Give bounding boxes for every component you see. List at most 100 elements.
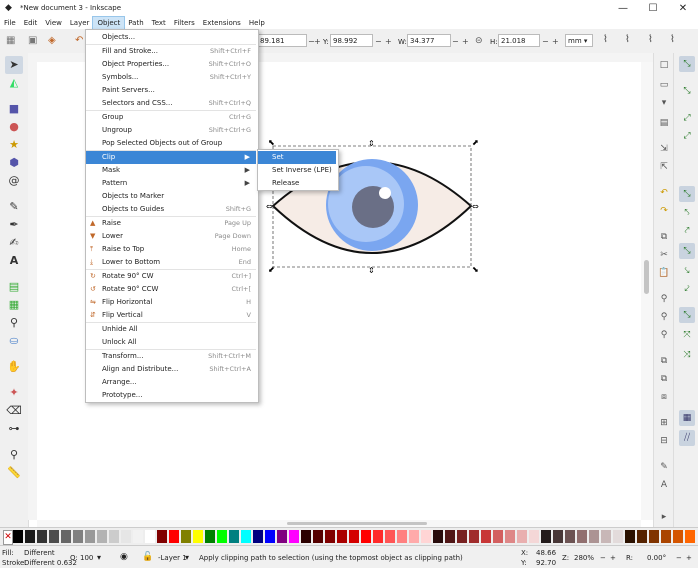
menu-filters[interactable]: Filters xyxy=(170,17,199,29)
h-increment-button[interactable]: + xyxy=(552,37,559,46)
menu-item-symbols[interactable]: Symbols... Shift+Ctrl+Y xyxy=(86,71,256,84)
menu-item-flip-vertical[interactable]: ⇵ Flip Vertical V xyxy=(86,309,256,322)
opacity-spin-icon[interactable]: ▾ xyxy=(97,553,101,562)
selector-tool-icon[interactable]: ➤ xyxy=(5,56,23,74)
menu-item-objects-to-marker[interactable]: Objects to Marker xyxy=(86,190,256,203)
h-field[interactable]: 21.018 xyxy=(498,34,540,47)
palette-swatch[interactable] xyxy=(577,530,587,543)
palette-swatch[interactable] xyxy=(49,530,59,543)
palette-swatch[interactable] xyxy=(181,530,191,543)
layer-visibility-icon[interactable]: ◉ xyxy=(120,552,128,562)
y-increment-button[interactable]: + xyxy=(385,37,392,46)
stroke-value[interactable]: Different 0.632 xyxy=(24,559,77,567)
palette-swatch[interactable] xyxy=(397,530,407,543)
handle-sw-icon[interactable]: ⬋ xyxy=(268,265,275,274)
h-decrement-button[interactable]: − xyxy=(542,37,549,46)
handle-n-icon[interactable]: ⇕ xyxy=(368,139,375,148)
palette-swatch[interactable] xyxy=(169,530,179,543)
move-gradients-icon[interactable]: ⌇ xyxy=(648,34,653,45)
mesh-tool-icon[interactable]: ▦ xyxy=(5,296,23,314)
fill-value[interactable]: Different xyxy=(24,549,55,557)
snap-bbox-edge-icon[interactable]: ⤢ xyxy=(679,110,695,126)
snap-bbox-icon[interactable]: ⤡ xyxy=(679,83,695,99)
palette-swatch[interactable] xyxy=(121,530,131,543)
rotate-value[interactable]: 0.00° xyxy=(647,554,666,562)
select-in-all-layers-icon[interactable]: ▣ xyxy=(28,35,37,46)
group-icon[interactable]: ⊞ xyxy=(658,417,670,429)
scale-stroke-icon[interactable]: ⌇ xyxy=(603,34,608,45)
menu-view[interactable]: View xyxy=(41,17,66,29)
eye-highlight[interactable] xyxy=(379,187,391,199)
move-patterns-icon[interactable]: ⌇ xyxy=(670,34,675,45)
paste-icon[interactable]: 📋 xyxy=(658,267,670,279)
gradient-tool-icon[interactable]: ▤ xyxy=(5,278,23,296)
palette-swatch[interactable] xyxy=(625,530,635,543)
palette-swatch[interactable] xyxy=(409,530,419,543)
handle-e-icon[interactable]: ⇔ xyxy=(472,202,479,211)
vertical-scrollbar[interactable] xyxy=(641,62,653,520)
menu-help[interactable]: Help xyxy=(245,17,269,29)
palette-swatch[interactable] xyxy=(145,530,155,543)
palette-swatch[interactable] xyxy=(601,530,611,543)
submenu-item-release[interactable]: Release xyxy=(258,177,336,190)
import-icon[interactable]: ⇲ xyxy=(658,143,670,155)
spiral-tool-icon[interactable]: @ xyxy=(5,172,23,190)
menu-edit[interactable]: Edit xyxy=(20,17,42,29)
y-field[interactable]: 98.992 xyxy=(330,34,373,47)
palette-swatch[interactable] xyxy=(313,530,323,543)
palette-swatch[interactable] xyxy=(433,530,443,543)
palette-swatch[interactable] xyxy=(157,530,167,543)
horizontal-scrollbar[interactable] xyxy=(37,520,641,527)
close-button[interactable]: ✕ xyxy=(668,0,698,17)
menu-item-selectors-css[interactable]: Selectors and CSS... Shift+Ctrl+Q xyxy=(86,97,256,110)
star-tool-icon[interactable]: ★ xyxy=(5,136,23,154)
palette-swatch[interactable] xyxy=(133,530,143,543)
palette-swatch[interactable] xyxy=(421,530,431,543)
palette-swatch[interactable] xyxy=(673,530,683,543)
palette-swatch[interactable] xyxy=(37,530,47,543)
snap-cusp-nodes-icon[interactable]: ⤡ xyxy=(679,243,695,259)
cut-icon[interactable]: ✂ xyxy=(658,249,670,261)
maximize-button[interactable]: ☐ xyxy=(638,0,668,17)
palette-swatch[interactable] xyxy=(481,530,491,543)
menu-item-paint-servers[interactable]: Paint Servers... xyxy=(86,84,256,97)
menu-item-raise[interactable]: ▲ Raise Page Up xyxy=(86,217,256,230)
no-paint-swatch[interactable]: ✕ xyxy=(3,530,13,545)
palette-swatch[interactable] xyxy=(97,530,107,543)
unit-select[interactable]: mm ▾ xyxy=(565,34,593,47)
palette-swatch[interactable] xyxy=(637,530,647,543)
menu-item-lower-to-bottom[interactable]: ⤓ Lower to Bottom End xyxy=(86,256,256,269)
rectangle-tool-icon[interactable]: ■ xyxy=(5,100,23,118)
minimize-button[interactable]: — xyxy=(608,0,638,17)
zoom-page-icon[interactable]: ⚲ xyxy=(658,329,670,341)
menu-file[interactable]: File xyxy=(0,17,20,29)
pen-tool-icon[interactable]: ✒ xyxy=(5,216,23,234)
palette-swatch[interactable] xyxy=(277,530,287,543)
palette-swatch[interactable] xyxy=(649,530,659,543)
menu-item-fill-and-stroke[interactable]: Fill and Stroke... Shift+Ctrl+F xyxy=(86,45,256,58)
measure-tool-icon[interactable]: 📏 xyxy=(5,464,23,482)
clone-icon[interactable]: ⧉ xyxy=(658,373,670,385)
palette-swatch[interactable] xyxy=(349,530,359,543)
export-icon[interactable]: ⇱ xyxy=(658,161,670,173)
menu-item-pattern[interactable]: Pattern ▶ xyxy=(86,177,256,190)
menu-item-lower[interactable]: ▼ Lower Page Down xyxy=(86,230,256,243)
menu-item-unlock-all[interactable]: Unlock All xyxy=(86,336,256,349)
snap-rotation-center-icon[interactable]: ⤧ xyxy=(679,327,695,343)
snap-midpoints-icon[interactable]: ⤦ xyxy=(679,281,695,297)
w-increment-button[interactable]: + xyxy=(462,37,469,46)
y-decrement-button[interactable]: − xyxy=(375,37,382,46)
palette-swatch[interactable] xyxy=(61,530,71,543)
menu-item-raise-to-top[interactable]: ⤒ Raise to Top Home xyxy=(86,243,256,256)
duplicate-icon[interactable]: ⧉ xyxy=(658,355,670,367)
menu-item-rotate-cw[interactable]: ↻ Rotate 90° CW Ctrl+] xyxy=(86,270,256,283)
rotate-decrement-button[interactable]: − xyxy=(676,554,682,562)
menu-item-rotate-ccw[interactable]: ↺ Rotate 90° CCW Ctrl+[ xyxy=(86,283,256,296)
palette-swatch[interactable] xyxy=(325,530,335,543)
undo-icon[interactable]: ↶ xyxy=(658,187,670,199)
eraser-tool-icon[interactable]: ⌫ xyxy=(5,402,23,420)
open-icon[interactable]: ▭ xyxy=(658,79,670,91)
menu-item-ungroup[interactable]: Ungroup Shift+Ctrl+G xyxy=(86,124,256,137)
menu-item-pop-out-of-group[interactable]: Pop Selected Objects out of Group xyxy=(86,137,256,150)
select-all-icon[interactable]: ▦ xyxy=(6,35,15,46)
